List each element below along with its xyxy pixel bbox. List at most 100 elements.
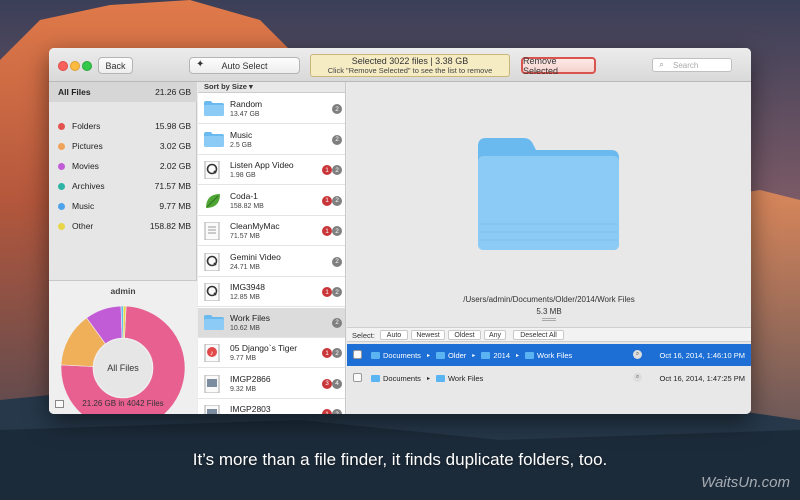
category-movies[interactable]: Movies 2.02 GB [49,156,197,176]
quicktime-icon [204,282,222,302]
selected-count-badge: 3 [322,378,332,389]
breadcrumb-folder[interactable]: Documents [371,351,421,360]
duplicate-checkbox[interactable] [353,350,362,359]
breadcrumb-label: 2014 [493,351,510,360]
select-newest-button[interactable]: Newest [411,330,445,340]
category-color-dot [58,202,65,210]
selected-count-badge: 1 [322,348,332,358]
item-size: 12.85 MB [230,294,260,301]
app-window: Back ✦ Auto Select Selected 3022 files |… [49,48,751,414]
list-item[interactable]: Random 13.47 GB 2 [198,94,345,124]
disk-usage-panel: admin All Files 21.26 GB in 4042 Files [49,280,197,414]
folder-icon [435,375,445,382]
sort-menu[interactable]: Sort by Size ▾ [198,82,345,93]
item-size: 2.5 GB [230,141,252,149]
duplicate-count-badge: 2 [332,287,342,297]
category-archives[interactable]: Archives 71.57 MB [49,176,197,196]
zoom-window-button[interactable] [82,61,92,71]
list-item[interactable]: Music 2.5 GB 2 [198,125,345,155]
minimize-window-button[interactable] [70,61,80,71]
category-pictures[interactable]: Pictures 3.02 GB [49,136,197,156]
magic-wand-icon: ✦ [196,59,205,70]
item-name: Listen App Video [230,160,294,170]
select-label: Select: [352,331,375,340]
remove-selected-button[interactable]: Remove Selected [521,56,596,76]
select-oldest-button[interactable]: Oldest [448,330,481,340]
search-input[interactable]: ⌕ Search [652,58,732,72]
list-item[interactable]: ♪ 05 Django`s Tiger 9.77 MB 1 2 [198,338,345,368]
usage-donut-chart[interactable]: All Files [58,303,188,414]
close-window-button[interactable] [58,61,68,71]
breadcrumb-folder[interactable]: 2014 [481,351,510,360]
breadcrumb-label: Documents [383,351,421,360]
reveal-in-finder-icon[interactable]: ⌕ [633,350,642,359]
item-size: 9.77 MB [230,355,257,362]
duplicate-count-badges: 2 [332,134,342,145]
select-any-button[interactable]: Any [484,330,506,340]
folder-icon [204,314,224,331]
duplicate-count-badges: 12 [322,348,342,358]
duplicate-count-badge: 2 [332,317,342,328]
path-breadcrumb: Documents ▸ Work Files [371,374,489,383]
selection-summary: Selected 3022 files | 3.38 GB [351,56,469,66]
item-name: Music [230,129,253,140]
list-item[interactable]: Work Files 10.62 MB 2 [198,307,345,338]
chevron-right-icon: ▸ [516,353,520,359]
category-size: 71.57 MB [154,181,191,191]
duplicate-count-badges: 2 [332,317,342,328]
select-bar: Select: Auto Newest Oldest Any Deselect … [347,327,751,342]
select-auto-button[interactable]: Auto [380,330,408,340]
category-color-dot [58,122,65,130]
duplicate-count-badge: 2 [332,134,342,145]
path-breadcrumb: Documents ▸ Older ▸ 2014 ▸ Work Files [371,351,578,360]
folder-icon [525,352,535,359]
category-size: 2.02 GB [159,161,191,171]
breadcrumb-folder[interactable]: Work Files [525,351,572,360]
duplicate-count-badge: 2 [332,104,342,114]
breadcrumb-label: Work Files [537,351,573,360]
item-name: Work Files [230,312,270,323]
category-music[interactable]: Music 9.77 MB [49,196,197,216]
breadcrumb-label: Documents [383,374,421,383]
breadcrumb-folder[interactable]: Older [435,351,466,360]
selected-count-badge: 1 [322,287,332,297]
leaf-icon [204,192,222,209]
list-item[interactable]: IMGP2866 9.32 MB 3 4 [198,369,345,399]
category-size: 158.82 MB [149,221,191,231]
list-item[interactable]: IMG3948 12.85 MB 1 2 [198,277,345,307]
reveal-in-finder-icon[interactable]: ⌕ [633,373,642,382]
duplicate-count-badges: 12 [322,195,342,206]
toolbar: Back ✦ Auto Select Selected 3022 files |… [49,48,751,82]
list-item[interactable]: Listen App Video 1.98 GB 1 2 [198,155,345,185]
duplicate-row[interactable]: Documents ▸ Work Files ⌕ Oct 16, 2014, 1:47:… [347,367,751,389]
user-name: admin [110,286,136,296]
duplicate-checkbox[interactable] [353,373,362,382]
category-all-files[interactable]: All Files 21.26 GB [49,82,197,102]
total-summary: 21.26 GB in 4042 Files [82,399,164,408]
duplicate-count-badge: 2 [332,226,342,236]
category-label: Music [72,201,95,211]
category-folders[interactable]: Folders 15.98 GB [49,116,197,136]
category-other[interactable]: Other 158.82 MB [49,216,197,236]
item-name: Random [230,99,263,109]
selected-count-badge: 1 [322,226,332,236]
folder-preview-icon [476,132,621,252]
category-label: Other [72,221,94,231]
chevron-right-icon: ▸ [426,353,430,359]
auto-select-button[interactable]: ✦ Auto Select [189,57,300,74]
breadcrumb-folder[interactable]: Documents [371,374,421,383]
folder-path: /Users/admin/Documents/Older/2014/Work F… [463,295,635,304]
breadcrumb-folder[interactable]: Work Files [435,374,483,383]
list-item[interactable]: Coda-1 158.82 MB 1 2 [198,186,345,216]
list-item[interactable]: Gemini Video 24.71 MB 2 [198,247,345,277]
chevron-right-icon: ▸ [472,353,476,359]
list-item[interactable]: IMGP2803 1 2 [198,399,345,414]
duplicate-row[interactable]: Documents ▸ Older ▸ 2014 ▸ Work Files ⌕ Oct 16, … [347,344,751,366]
duplicate-count-badges: 12 [322,226,342,236]
duplicate-count-badge: 2 [332,195,342,206]
split-divider-handle[interactable] [542,318,556,321]
back-button[interactable]: Back [98,57,133,74]
deselect-all-button[interactable]: Deselect All [513,330,564,340]
list-item[interactable]: CleanMyMac 71.57 MB 1 2 [198,216,345,246]
category-color-dot [58,142,65,150]
